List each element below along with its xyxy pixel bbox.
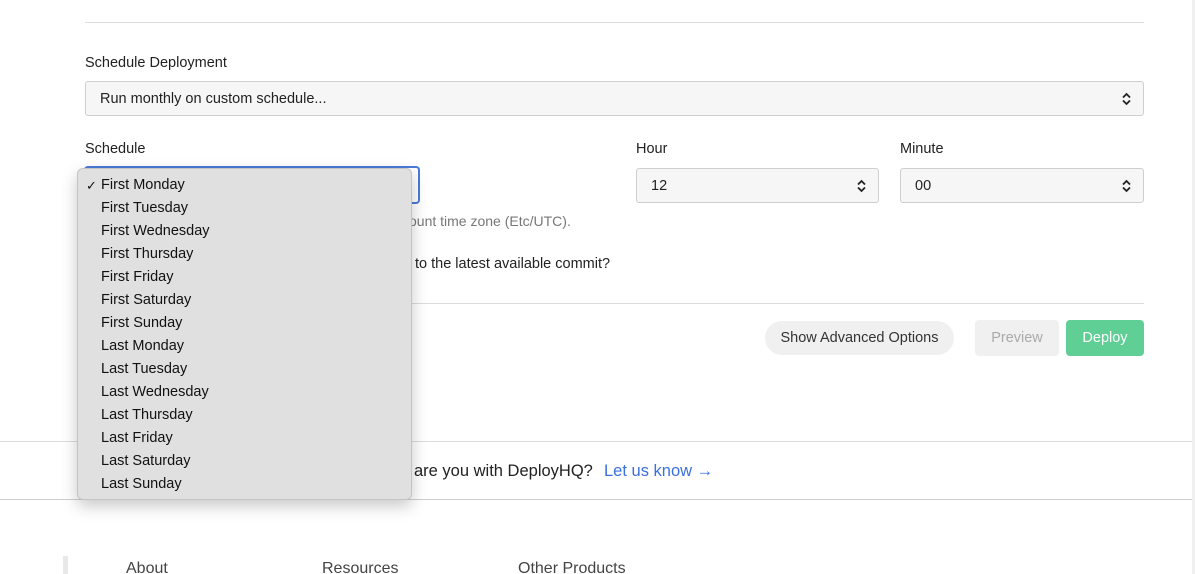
schedule-option-label: Last Tuesday [101, 361, 188, 377]
deploy-button[interactable]: Deploy [1066, 320, 1144, 356]
schedule-option[interactable]: First Friday [78, 266, 411, 289]
schedule-label: Schedule [85, 141, 146, 157]
chevron-up-down-icon [1122, 179, 1131, 192]
schedule-option-label: First Wednesday [101, 223, 210, 239]
preview-button[interactable]: Preview [975, 320, 1059, 356]
schedule-option[interactable]: Last Saturday [78, 450, 411, 473]
feedback-text: are you with DeployHQ? [414, 462, 593, 480]
let-us-know-link[interactable]: Let us know → [604, 462, 713, 481]
schedule-option[interactable]: First Thursday [78, 243, 411, 266]
schedule-option-label: First Tuesday [101, 200, 189, 216]
schedule-deployment-value: Run monthly on custom schedule... [100, 90, 327, 107]
timezone-help-text: ount time zone (Etc/UTC). [409, 213, 571, 229]
schedule-option-label: Last Thursday [101, 407, 193, 423]
schedule-option-label: Last Saturday [101, 453, 191, 469]
schedule-option[interactable]: First Sunday [78, 312, 411, 335]
schedule-deployment-label: Schedule Deployment [85, 55, 227, 71]
schedule-option-label: First Thursday [101, 246, 194, 262]
schedule-option-label: First Friday [101, 269, 174, 285]
deploy-latest-commit-question: to the latest available commit? [415, 256, 611, 272]
schedule-option[interactable]: Last Wednesday [78, 381, 411, 404]
minute-value: 00 [915, 177, 932, 194]
schedule-deployment-select[interactable]: Run monthly on custom schedule... [85, 81, 1144, 116]
footer-heading-other-products: Other Products [518, 560, 626, 574]
schedule-dropdown-menu[interactable]: ✓ First Monday First Tuesday First Wednesda… [77, 168, 412, 500]
schedule-option-label: Last Friday [101, 430, 173, 446]
minute-select[interactable]: 00 [900, 168, 1144, 203]
minute-label: Minute [900, 141, 944, 157]
schedule-option-label: First Saturday [101, 292, 192, 308]
schedule-option-label: Last Monday [101, 338, 185, 354]
hour-select[interactable]: 12 [636, 168, 879, 203]
chevron-up-down-icon [1122, 92, 1131, 105]
schedule-option-label: First Monday [101, 177, 185, 193]
check-icon: ✓ [86, 178, 97, 193]
footer-accent-bar [63, 556, 68, 574]
schedule-option[interactable]: First Saturday [78, 289, 411, 312]
schedule-option[interactable]: First Wednesday [78, 220, 411, 243]
schedule-option-label: First Sunday [101, 315, 183, 331]
schedule-option-label: Last Wednesday [101, 384, 209, 400]
footer-heading-resources: Resources [322, 560, 399, 574]
schedule-option[interactable]: Last Friday [78, 427, 411, 450]
schedule-option[interactable]: Last Sunday [78, 473, 411, 496]
top-divider [85, 22, 1144, 23]
schedule-option[interactable]: First Tuesday [78, 197, 411, 220]
schedule-option-label: Last Sunday [101, 476, 182, 492]
show-advanced-options-button[interactable]: Show Advanced Options [765, 321, 954, 355]
hour-value: 12 [651, 177, 668, 194]
schedule-option[interactable]: Last Monday [78, 335, 411, 358]
footer-heading-about: About [126, 560, 168, 574]
schedule-option[interactable]: Last Thursday [78, 404, 411, 427]
schedule-option[interactable]: Last Tuesday [78, 358, 411, 381]
schedule-option[interactable]: ✓ First Monday [78, 174, 411, 197]
chevron-up-down-icon [857, 179, 866, 192]
hour-label: Hour [636, 141, 668, 157]
